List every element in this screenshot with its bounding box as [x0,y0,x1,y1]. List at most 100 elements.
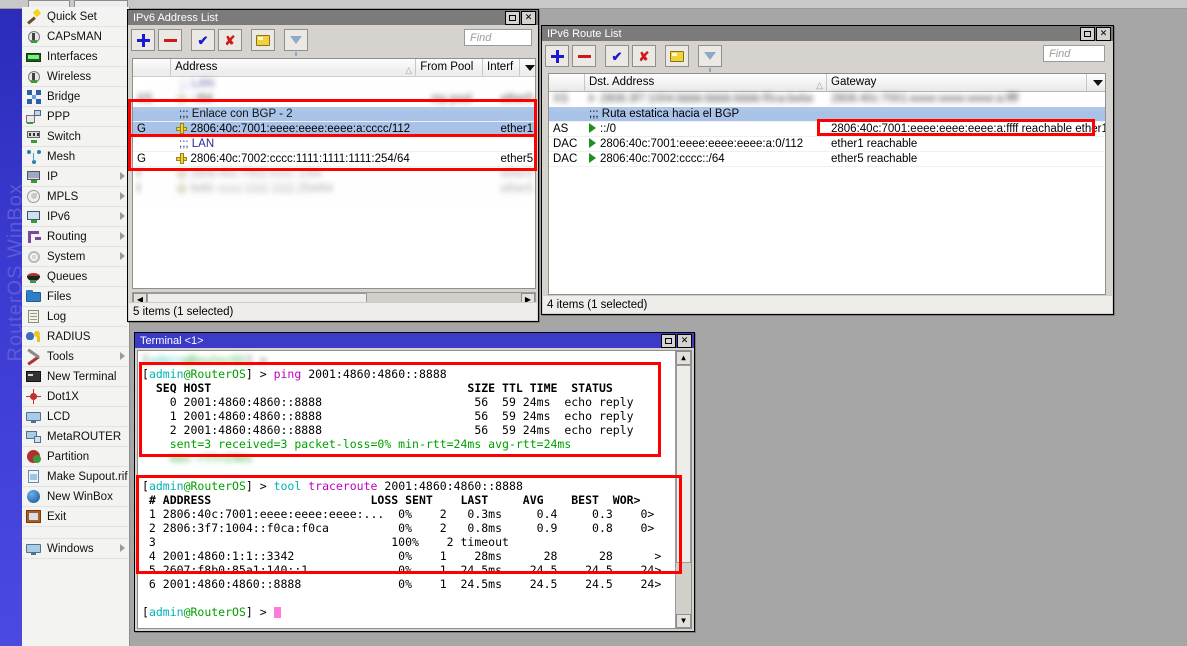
sidebar-item-new-winbox[interactable]: New WinBox [22,487,129,507]
maximize-button[interactable] [1080,26,1095,41]
row-dst-address: ::/0 [585,122,827,137]
window-titlebar[interactable]: IPv6 Address List ✕ [128,10,538,25]
row-address: 2806:40c:7002:cccc:1111:1111:1111:254/64 [172,152,427,167]
filter-button[interactable] [698,45,722,72]
terminal-vertical-scrollbar[interactable]: ▲ ▼ [675,351,691,628]
table-row[interactable]: DAC 2806:40c:7001:eeee:eeee:eeee:a:0/112… [549,137,1105,152]
column-flags[interactable] [133,59,172,76]
sidebar-item-dot1x[interactable]: Dot1X [22,387,129,407]
sidebar-item-label: New WinBox [47,490,113,503]
column-interface[interactable]: Interf [483,59,521,76]
column-flags[interactable] [549,74,585,91]
disc-icon [26,69,42,85]
enable-button[interactable]: ✔ [605,45,629,67]
window-titlebar[interactable]: IPv6 Route List ✕ [542,26,1113,41]
address-icon [176,182,188,194]
sidebar-item-quick-set[interactable]: Quick Set [22,7,129,27]
column-gateway[interactable]: Gateway [827,74,1087,91]
main-menu-sidebar[interactable]: Quick Set CAPsMAN Interfaces Wireless Br… [22,7,130,646]
find-input[interactable]: Find [464,29,532,46]
wand-icon [26,8,42,25]
sidebar-item-partition[interactable]: Partition [22,447,129,467]
comment-button[interactable] [251,29,275,51]
sidebar-item-switch[interactable]: Switch [22,127,129,147]
sidebar-item-mesh[interactable]: Mesh [22,147,129,167]
comment-button[interactable] [665,45,689,67]
table-row[interactable]: I fe80::cccc:1111:1111:254/64 ether5 [133,182,535,197]
table-row[interactable]: ;;; Enlace con BGP - 2 [133,107,535,122]
sidebar-item-ppp[interactable]: PPP [22,107,129,127]
terminal-window[interactable]: Terminal <1> ✕ [admin@RouterOS] > [admin… [134,332,695,632]
sidebar-item-windows[interactable]: Windows [22,539,129,559]
column-address[interactable]: Address △ [171,59,417,76]
disable-button[interactable]: ✘ [632,45,656,67]
table-row[interactable]: XS ::/64 my pool ether5 [133,92,535,107]
table-row[interactable]: ;;; LAN [133,137,535,152]
sidebar-item-bridge[interactable]: Bridge [22,87,129,107]
terminal-output[interactable]: [admin@RouterOS] > [admin@RouterOS] > pi… [137,350,692,629]
ipv6-route-list-window[interactable]: IPv6 Route List ✕ ✔ ✘ Find Dst. Address △… [541,25,1114,315]
table-row[interactable]: G 2806:40c:7002:cccc:1111:1111:1111:254/… [133,152,535,167]
close-button[interactable]: ✕ [1096,26,1111,41]
table-row[interactable]: ;;; LAN [133,77,535,92]
sidebar-item-new-terminal[interactable]: New Terminal [22,367,129,387]
sidebar-item-interfaces[interactable]: Interfaces [22,47,129,67]
find-input[interactable]: Find [1043,45,1105,62]
terminal-command: ping [273,367,302,381]
filter-button[interactable] [284,29,308,56]
scroll-down-button[interactable]: ▼ [676,614,691,628]
table-row[interactable]: XS 2806:3f7:1004:bbbb:bbbb:bbbb:f0ca:beb… [549,92,1105,107]
route-table-header[interactable]: Dst. Address △ Gateway [549,74,1105,92]
route-toolbar[interactable]: ✔ ✘ Find [542,41,1113,72]
address-table[interactable]: Address △ From Pool Interf ;;; LAN XS ::/… [132,58,536,289]
sidebar-item-ipv6[interactable]: IPv6 [22,207,129,227]
sidebar-item-mpls[interactable]: MPLS [22,187,129,207]
disable-button[interactable]: ✘ [218,29,242,51]
sidebar-item-lcd[interactable]: LCD [22,407,129,427]
check-icon: ✔ [197,32,209,48]
window-titlebar[interactable]: Terminal <1> ✕ [135,333,694,348]
sidebar-item-routing[interactable]: Routing [22,227,129,247]
terminal-prompt-line[interactable]: [admin@RouterOS] > [138,605,674,619]
table-row[interactable]: AS ::/0 2806:40c:7001:eeee:eeee:eeee:a:f… [549,122,1105,137]
sidebar-item-queues[interactable]: Queues [22,267,129,287]
sidebar-item-label: LCD [47,410,71,423]
sidebar-item-exit[interactable]: Exit [22,507,129,527]
table-row[interactable]: DAC 2806:40c:7002:cccc::/64 ether5 reach… [549,152,1105,167]
maximize-button[interactable] [661,333,676,348]
remove-button[interactable] [572,45,596,67]
scroll-thumb[interactable] [676,365,691,563]
maximize-icon [1084,30,1091,37]
sidebar-item-files[interactable]: Files [22,287,129,307]
ipv6-address-list-window[interactable]: IPv6 Address List ✕ ✔ ✘ Find Address △ Fr… [127,9,539,322]
sidebar-item-system[interactable]: System [22,247,129,267]
sidebar-item-make-supout[interactable]: Make Supout.rif [22,467,129,487]
sidebar-item-tools[interactable]: Tools [22,347,129,367]
table-row[interactable]: ;;; Ruta estatica hacia el BGP [549,107,1105,122]
sidebar-item-wireless[interactable]: Wireless [22,67,129,87]
column-dst-address[interactable]: Dst. Address △ [585,74,827,91]
add-button[interactable] [131,29,155,51]
table-row[interactable]: I 2806:40c:7002:cccc::1/64 ether5 [133,167,535,182]
address-table-header[interactable]: Address △ From Pool Interf [133,59,535,77]
maximize-button[interactable] [505,10,520,25]
column-from-pool[interactable]: From Pool [416,59,484,76]
sidebar-item-metarouter[interactable]: MetaROUTER [22,427,129,447]
ppp-icon [26,109,42,125]
table-row[interactable]: G 2806:40c:7001:eeee:eeee:eeee:a:cccc/11… [133,122,535,137]
column-menu-button[interactable] [520,59,535,76]
sidebar-item-capsman[interactable]: CAPsMAN [22,27,129,47]
sidebar-item-radius[interactable]: RADIUS [22,327,129,347]
column-menu-button[interactable] [1087,74,1105,91]
route-table[interactable]: Dst. Address △ Gateway XS 2806:3f7:1004:b… [548,73,1106,295]
enable-button[interactable]: ✔ [191,29,215,51]
address-toolbar[interactable]: ✔ ✘ Find [128,25,538,56]
sidebar-item-log[interactable]: Log [22,307,129,327]
close-button[interactable]: ✕ [521,10,536,25]
close-button[interactable]: ✕ [677,333,692,348]
scroll-up-button[interactable]: ▲ [676,351,691,365]
sidebar-item-ip[interactable]: IP [22,167,129,187]
sidebar-item-label: CAPsMAN [47,30,102,43]
add-button[interactable] [545,45,569,67]
remove-button[interactable] [158,29,182,51]
